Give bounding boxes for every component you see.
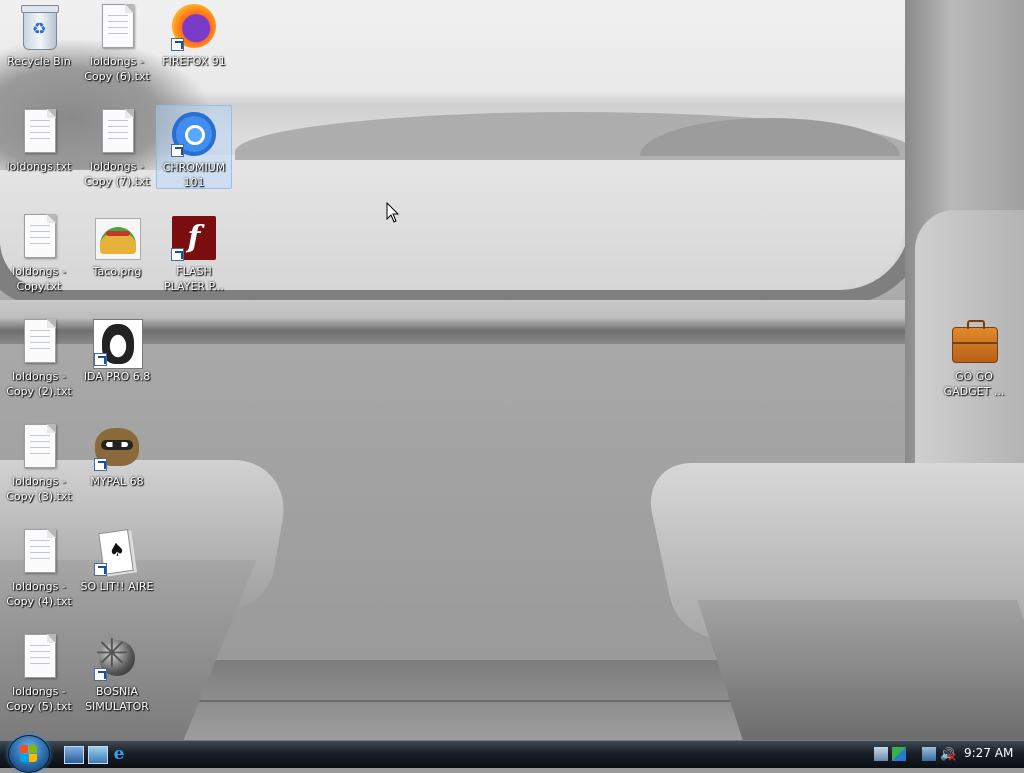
desktop-icon-label: FLASH PLAYER P...: [164, 265, 224, 293]
text-file-icon: [24, 424, 56, 468]
desktop-icon-go-go-gadget[interactable]: GO GO GADGET ...: [936, 315, 1012, 399]
internet-explorer-icon[interactable]: e: [110, 746, 128, 763]
desktop-icon-solitaire[interactable]: SO LIT!! AIRE: [79, 525, 155, 594]
desktop-icon-label: loldongs - Copy (5).txt: [6, 685, 72, 713]
tray-security-icon[interactable]: [892, 747, 906, 761]
desktop-icon-label: Recycle Bin: [7, 55, 71, 68]
show-desktop-icon[interactable]: [64, 746, 84, 764]
desktop-icon-loldongs-copy[interactable]: loldongs - Copy.txt: [1, 210, 77, 294]
desktop-icon-loldongs-copy-5[interactable]: loldongs - Copy (5).txt: [1, 630, 77, 714]
desktop-icon-mypal-68[interactable]: MYPAL 68: [79, 420, 155, 489]
windows-logo-icon: [20, 745, 38, 763]
desktop-icon-label: CHROMIUM 101: [162, 161, 226, 189]
desktop-icon-label: loldongs - Copy (3).txt: [6, 475, 72, 503]
desktop-icon-loldongs-copy-3[interactable]: loldongs - Copy (3).txt: [1, 420, 77, 504]
text-file-icon: [24, 109, 56, 153]
desktop-icon-firefox-91[interactable]: FIREFOX 91: [156, 0, 232, 69]
shortcut-arrow-icon: [171, 38, 184, 51]
desktop-icon-label: GO GO GADGET ...: [943, 370, 1005, 398]
desktop-icon-label: loldongs - Copy (4).txt: [6, 580, 72, 608]
desktop-icon-loldongs-copy-2[interactable]: loldongs - Copy (2).txt: [1, 315, 77, 399]
switch-windows-icon[interactable]: [88, 746, 108, 764]
shortcut-arrow-icon: [94, 668, 107, 681]
desktop-icon-label: MYPAL 68: [90, 475, 144, 488]
desktop-icon-loldongs-copy-4[interactable]: loldongs - Copy (4).txt: [1, 525, 77, 609]
text-file-icon: [24, 319, 56, 363]
desktop-icon-label: loldongs - Copy.txt: [12, 265, 66, 293]
desktop-icon-label: loldongs - Copy (6).txt: [84, 55, 150, 83]
shortcut-arrow-icon: [94, 458, 107, 471]
desktop-icon-loldongs-copy-6[interactable]: loldongs - Copy (6).txt: [79, 0, 155, 84]
text-file-icon: [102, 4, 134, 48]
desktop-icon-bosnia-simulator[interactable]: BOSNIA SIMULATOR: [79, 630, 155, 714]
desktop-icon-ida-pro[interactable]: IDA PRO 6.8: [79, 315, 155, 384]
desktop-icon-flash-player[interactable]: f FLASH PLAYER P...: [156, 210, 232, 294]
desktop-icon-label: FIREFOX 91: [162, 55, 226, 68]
recycle-bin-icon: [21, 5, 59, 50]
text-file-icon: [24, 529, 56, 573]
desktop-icon-loldongs-copy-7[interactable]: loldongs - Copy (7).txt: [79, 105, 155, 189]
shortcut-arrow-icon: [94, 563, 107, 576]
network-icon[interactable]: [922, 747, 936, 761]
desktop-icon-label: Taco.png: [92, 265, 142, 278]
desktop-icon-taco-png[interactable]: Taco.png: [79, 210, 155, 279]
shortcut-arrow-icon: [171, 248, 184, 261]
volume-muted-icon[interactable]: 🔊: [940, 747, 957, 764]
desktop-icon-label: BOSNIA SIMULATOR: [85, 685, 149, 713]
desktop-icon-recycle-bin[interactable]: Recycle Bin: [1, 0, 77, 69]
desktop-icon-label: SO LIT!! AIRE: [80, 580, 154, 593]
shortcut-arrow-icon: [94, 353, 107, 366]
text-file-icon: [102, 109, 134, 153]
taskbar: e 🔊 9:27 AM: [0, 735, 1024, 773]
text-file-icon: [24, 214, 56, 258]
desktop-icon-chromium-101[interactable]: CHROMIUM 101: [156, 105, 232, 189]
start-button[interactable]: [8, 735, 50, 773]
desktop-icon-label: IDA PRO 6.8: [83, 370, 151, 383]
tray-app-icon[interactable]: [874, 747, 888, 761]
text-file-icon: [24, 634, 56, 678]
desktop-icon-label: loldongs - Copy (2).txt: [6, 370, 72, 398]
desktop-icon-loldongs[interactable]: loldongs.txt: [1, 105, 77, 174]
desktop-icon-label: loldongs.txt: [6, 160, 72, 173]
system-tray: 🔊 9:27 AM: [868, 741, 1024, 768]
shortcut-arrow-icon: [171, 144, 184, 157]
desktop-icon-label: loldongs - Copy (7).txt: [84, 160, 150, 188]
clock[interactable]: 9:27 AM: [964, 746, 1013, 760]
briefcase-icon: [952, 320, 998, 363]
taco-image-icon: [95, 218, 141, 260]
